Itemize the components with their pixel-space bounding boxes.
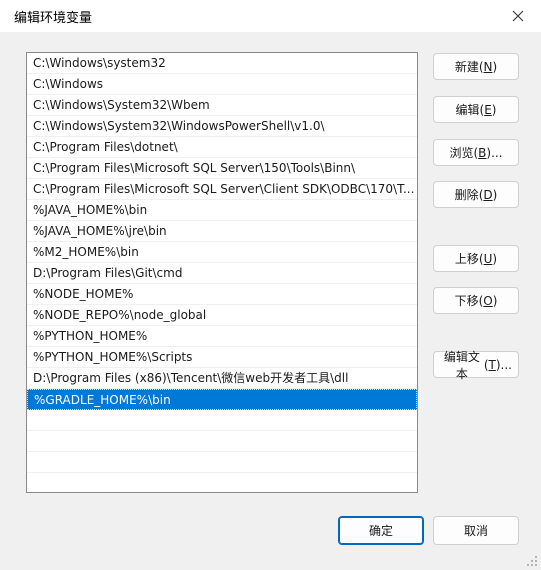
list-item[interactable]: D:\Program Files (x86)\Tencent\微信web开发者工…	[27, 368, 417, 389]
edit-text-button[interactable]: 编辑文本(T)...	[433, 350, 519, 381]
list-item[interactable]: %NODE_HOME%	[27, 284, 417, 305]
empty-list-row[interactable]	[27, 452, 417, 473]
list-item[interactable]: %GRADLE_HOME%\bin	[27, 389, 417, 410]
list-item[interactable]: C:\Windows	[27, 74, 417, 95]
window-title: 编辑环境变量	[14, 11, 93, 26]
list-item[interactable]: %NODE_REPO%\node_global	[27, 305, 417, 326]
list-item[interactable]: %PYTHON_HOME%	[27, 326, 417, 347]
title-bar: 编辑环境变量	[0, 0, 541, 32]
close-icon	[512, 10, 524, 22]
edit-button[interactable]: 编辑(E)	[433, 96, 519, 123]
ok-button[interactable]: 确定	[338, 516, 424, 545]
list-item[interactable]: D:\Program Files\Git\cmd	[27, 263, 417, 284]
list-item[interactable]: C:\Windows\system32	[27, 53, 417, 74]
edit-env-variable-dialog: 编辑环境变量 C:\Windows\system32 C:\Windows C:\W…	[0, 0, 541, 570]
resize-grip-icon[interactable]	[526, 555, 538, 567]
delete-button[interactable]: 删除(D)	[433, 181, 519, 208]
empty-list-row[interactable]	[27, 410, 417, 431]
list-item[interactable]: C:\Program Files\Microsoft SQL Server\Cl…	[27, 179, 417, 200]
list-item[interactable]: C:\Program Files\Microsoft SQL Server\15…	[27, 158, 417, 179]
list-item[interactable]: %M2_HOME%\bin	[27, 242, 417, 263]
empty-list-row[interactable]	[27, 431, 417, 452]
move-down-button[interactable]: 下移(O)	[433, 287, 519, 314]
close-button[interactable]	[501, 2, 535, 30]
list-item[interactable]: %JAVA_HOME%\jre\bin	[27, 221, 417, 242]
new-button[interactable]: 新建(N)	[433, 53, 519, 80]
browse-button[interactable]: 浏览(B)...	[433, 139, 519, 166]
list-item[interactable]: %PYTHON_HOME%\Scripts	[27, 347, 417, 368]
cancel-button[interactable]: 取消	[433, 516, 519, 545]
empty-list-row[interactable]	[27, 473, 417, 492]
list-item[interactable]: C:\Windows\System32\WindowsPowerShell\v1…	[27, 116, 417, 137]
list-item[interactable]: C:\Program Files\dotnet\	[27, 137, 417, 158]
move-up-button[interactable]: 上移(U)	[433, 245, 519, 272]
list-item[interactable]: %JAVA_HOME%\bin	[27, 200, 417, 221]
list-item[interactable]: C:\Windows\System32\Wbem	[27, 95, 417, 116]
path-list[interactable]: C:\Windows\system32 C:\Windows C:\Windows\…	[26, 52, 418, 493]
